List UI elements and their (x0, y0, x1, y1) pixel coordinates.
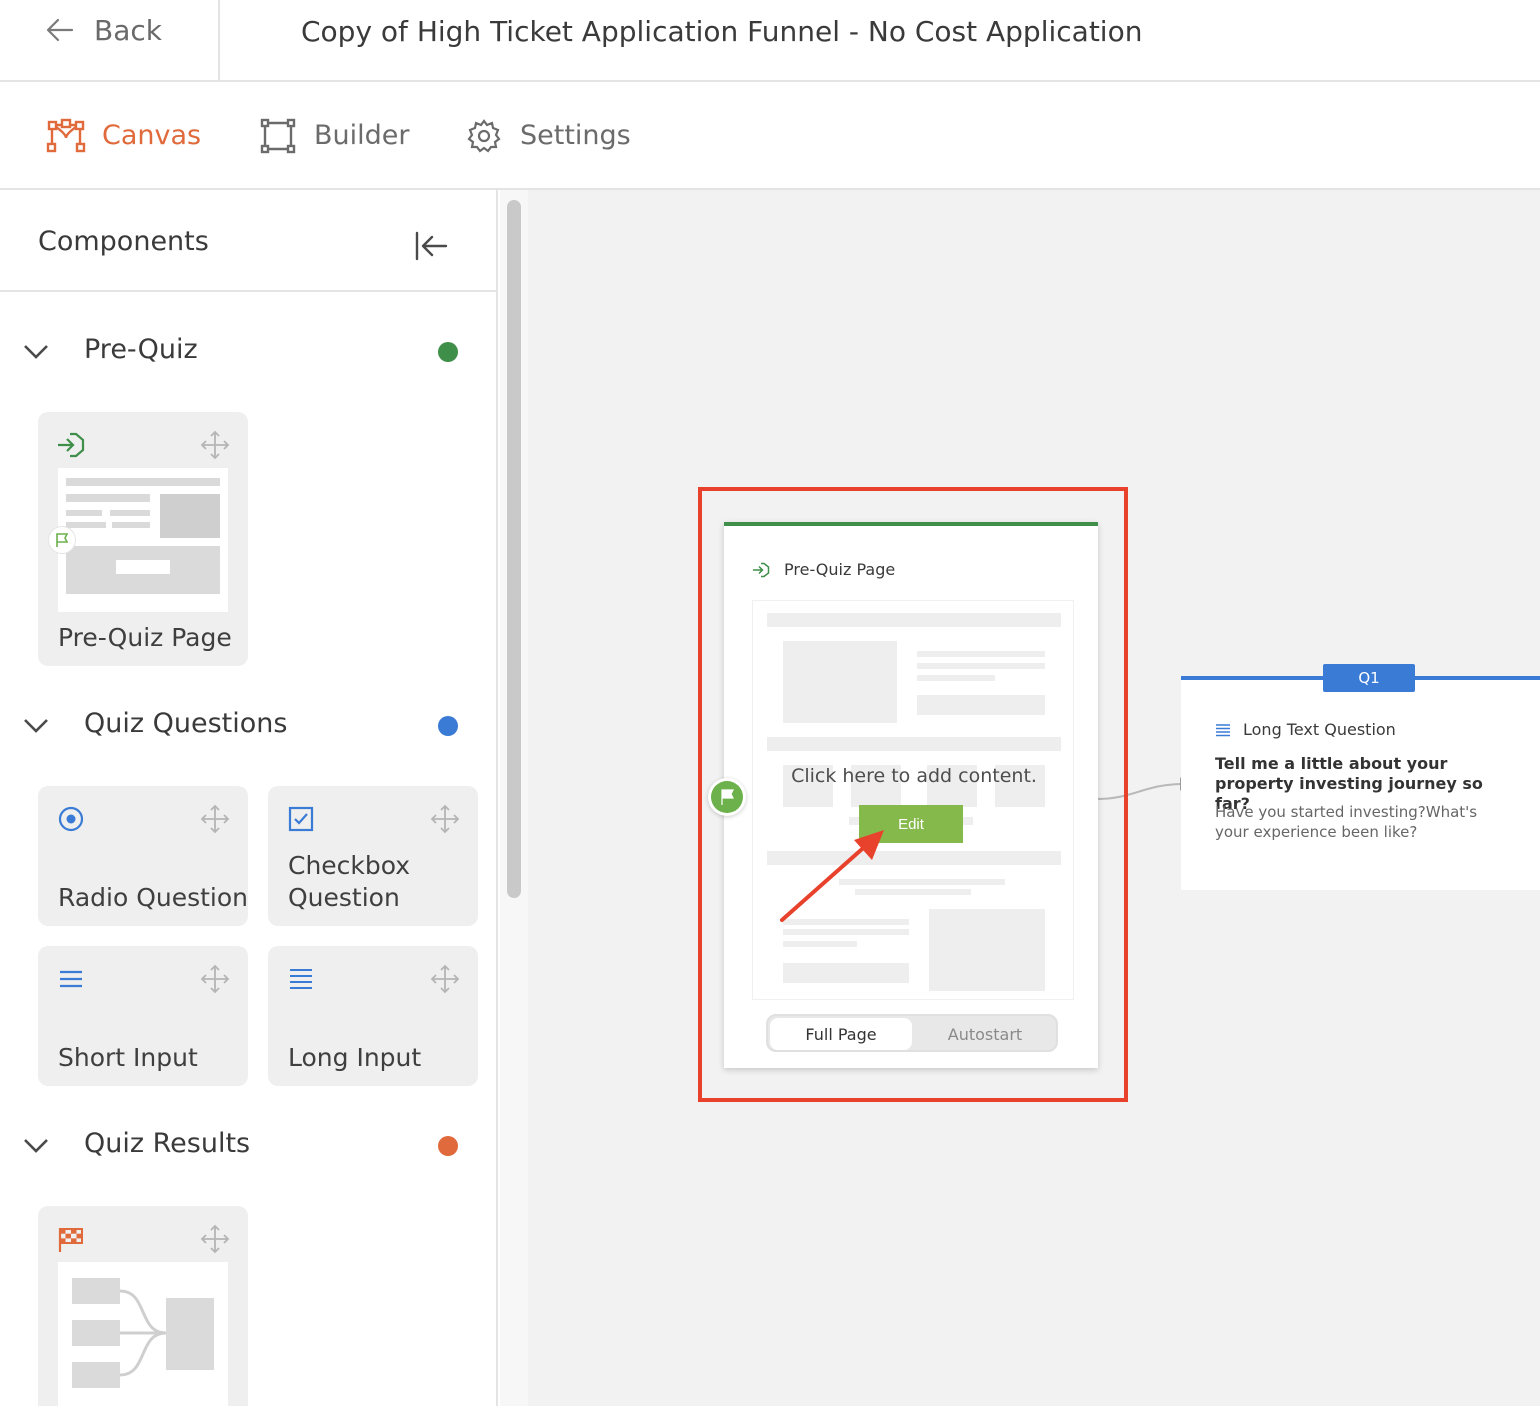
chevron-down-icon (24, 345, 48, 359)
section-pre-quiz[interactable]: Pre-Quiz (0, 322, 496, 382)
section-quiz-questions[interactable]: Quiz Questions (0, 696, 496, 756)
tab-canvas-label: Canvas (102, 120, 202, 151)
tab-builder[interactable]: Builder (258, 118, 410, 154)
long-lines-icon (1216, 723, 1230, 736)
component-short-input[interactable]: Short Input (38, 946, 248, 1086)
flag-icon (48, 526, 76, 554)
sidebar-header: Components (0, 190, 496, 292)
move-icon[interactable] (200, 430, 230, 460)
section-status-dot (438, 1136, 458, 1156)
section-label: Quiz Questions (84, 708, 288, 739)
q1-question-node[interactable]: Long Text Question Tell me a little abou… (1181, 676, 1540, 890)
page-title: Copy of High Ticket Application Funnel -… (301, 15, 1143, 48)
tab-builder-label: Builder (314, 120, 410, 151)
results-thumbnail (58, 1262, 228, 1406)
component-long-input[interactable]: Long Input (268, 946, 478, 1086)
component-label: Short Input (58, 1043, 198, 1072)
section-label: Pre-Quiz (84, 334, 198, 365)
component-label: Checkbox Question (288, 851, 411, 912)
move-icon[interactable] (200, 1224, 230, 1254)
collapse-sidebar-icon[interactable] (414, 230, 450, 262)
back-button[interactable]: Back (0, 0, 220, 82)
radio-icon (58, 806, 84, 832)
annotation-arrow (780, 830, 884, 922)
chevron-down-icon (24, 719, 48, 733)
section-status-dot (438, 716, 458, 736)
top-bar: Back Copy of High Ticket Application Fun… (0, 0, 1540, 82)
tab-settings-label: Settings (520, 120, 631, 151)
arrow-left-icon (46, 18, 74, 42)
q1-badge: Q1 (1323, 664, 1415, 692)
chevron-down-icon (24, 1139, 48, 1153)
question-description: Have you started investing?What's your e… (1215, 803, 1478, 841)
enter-icon (58, 432, 85, 458)
section-status-dot (438, 342, 458, 362)
short-lines-icon (60, 970, 82, 988)
move-icon[interactable] (200, 804, 230, 834)
canvas-icon (46, 118, 86, 153)
highlight-box (698, 487, 1128, 1102)
component-label: Pre-Quiz Page (58, 623, 232, 652)
back-label: Back (94, 14, 162, 47)
builder-icon (260, 118, 296, 154)
long-lines-icon (290, 969, 312, 989)
page-thumbnail (48, 468, 228, 612)
sidebar-scrollbar[interactable] (500, 190, 528, 1406)
component-label: Long Input (288, 1043, 422, 1072)
component-label: Radio Question (58, 883, 249, 912)
component-pre-quiz-page[interactable]: Pre-Quiz Page (38, 412, 248, 666)
move-icon[interactable] (430, 804, 460, 834)
section-label: Quiz Results (84, 1128, 251, 1159)
component-radio-question[interactable]: Radio Question (38, 786, 248, 926)
checkered-flag-icon (58, 1228, 83, 1252)
move-icon[interactable] (430, 964, 460, 994)
checkbox-icon (288, 806, 314, 832)
component-quiz-result[interactable] (38, 1206, 248, 1406)
components-sidebar: Components Pre-Quiz Pre-Quiz Page Quiz Q… (0, 190, 498, 1406)
question-type: Long Text Question (1215, 720, 1396, 739)
question-type-label: Long Text Question (1243, 720, 1396, 739)
gear-icon (467, 119, 501, 153)
move-icon[interactable] (200, 964, 230, 994)
section-quiz-results[interactable]: Quiz Results (0, 1116, 496, 1176)
sidebar-heading: Components (38, 226, 209, 257)
tab-settings[interactable]: Settings (464, 118, 631, 154)
component-checkbox-question[interactable]: Checkbox Question (268, 786, 478, 926)
tab-canvas[interactable]: Canvas (46, 118, 201, 154)
scrollbar-thumb[interactable] (507, 200, 521, 898)
tab-bar: Canvas Builder Settings (0, 84, 1540, 190)
